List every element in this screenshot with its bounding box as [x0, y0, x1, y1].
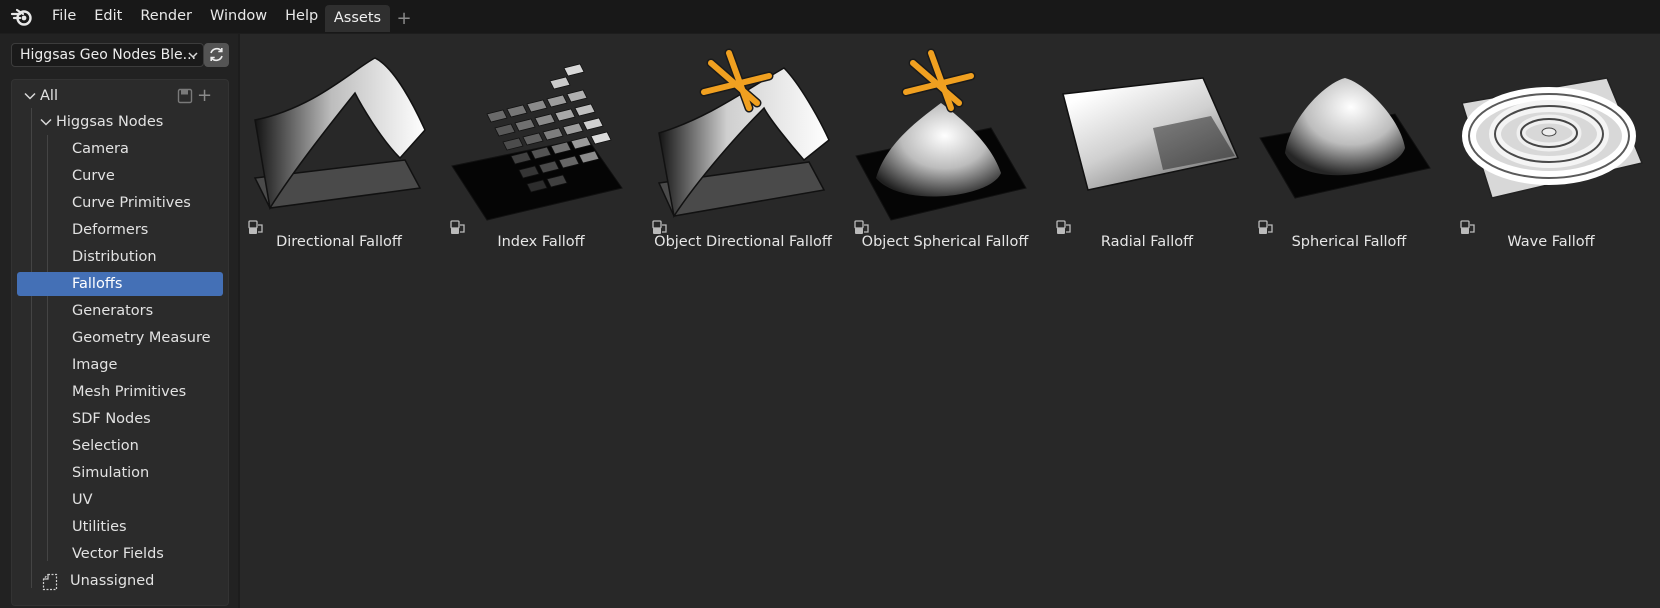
asset-tile[interactable]: Directional Falloff	[240, 44, 438, 284]
catalog-vector-fields[interactable]: Vector Fields	[72, 542, 164, 566]
catalog-camera[interactable]: Camera	[72, 137, 129, 161]
asset-name: Wave Falloff	[1507, 234, 1595, 250]
menu-render[interactable]: Render	[131, 0, 201, 33]
catalog-higgsas-nodes[interactable]: Higgsas Nodes	[56, 110, 163, 134]
asset-name: Radial Falloff	[1100, 234, 1194, 250]
radial-falloff-thumbnail	[1062, 77, 1240, 191]
catalog-geometry-measure[interactable]: Geometry Measure	[72, 326, 211, 350]
top-bar: File Edit Render Window Help Assets +	[0, 0, 1660, 33]
asset-library-selector[interactable]: Higgsas Geo Nodes Ble...	[11, 43, 204, 67]
catalog-deformers[interactable]: Deformers	[72, 218, 148, 242]
asset-name: Index Falloff	[497, 234, 585, 250]
catalog-simulation[interactable]: Simulation	[72, 461, 149, 485]
catalog-mesh-primitives[interactable]: Mesh Primitives	[72, 380, 186, 404]
menu-edit[interactable]: Edit	[85, 0, 131, 33]
catalog-unassigned[interactable]: Unassigned	[70, 569, 154, 593]
asset-tile[interactable]: Object Directional Falloff	[644, 44, 842, 284]
menu-help[interactable]: Help	[276, 0, 327, 33]
asset-name: Object Directional Falloff	[654, 234, 832, 250]
catalog-tree: All + Higgsas Nodes Camera Curve Curve P…	[11, 79, 229, 606]
asset-library-label: Higgsas Geo Nodes Ble...	[20, 47, 197, 63]
asset-name: Spherical Falloff	[1291, 234, 1407, 250]
sidebar: Higgsas Geo Nodes Ble... All + Higgsas N…	[0, 34, 238, 608]
menu-window[interactable]: Window	[201, 0, 276, 33]
catalog-selection[interactable]: Selection	[72, 434, 139, 458]
spherical-falloff-thumbnail	[1259, 78, 1431, 199]
chevron-down-icon[interactable]	[40, 116, 52, 128]
unassigned-catalog-icon	[42, 573, 58, 591]
catalog-image[interactable]: Image	[72, 353, 117, 377]
catalog-curve[interactable]: Curve	[72, 164, 115, 188]
catalog-utilities[interactable]: Utilities	[72, 515, 127, 539]
catalog-all[interactable]: All	[40, 84, 58, 108]
directional-falloff-thumbnail	[253, 57, 426, 211]
catalog-curve-primitives[interactable]: Curve Primitives	[72, 191, 191, 215]
menu-file[interactable]: File	[43, 0, 85, 33]
catalog-distribution[interactable]: Distribution	[72, 245, 157, 269]
catalog-generators[interactable]: Generators	[72, 299, 153, 323]
asset-tile[interactable]: Index Falloff	[442, 44, 640, 284]
save-icon[interactable]	[177, 88, 193, 104]
catalog-uv[interactable]: UV	[72, 488, 93, 512]
asset-browser-grid: Directional Falloff Index Falloff Object…	[240, 34, 1660, 608]
chevron-down-icon[interactable]	[24, 90, 36, 102]
catalog-falloffs[interactable]: Falloffs	[17, 272, 223, 296]
asset-tile[interactable]: Wave Falloff	[1452, 44, 1650, 284]
index-falloff-thumbnail	[451, 63, 623, 221]
add-workspace-button[interactable]: +	[394, 5, 414, 32]
tree-guide-line	[47, 135, 48, 561]
catalog-sdf-nodes[interactable]: SDF Nodes	[72, 407, 151, 431]
refresh-library-button[interactable]	[204, 43, 229, 67]
refresh-icon	[210, 47, 223, 62]
wave-falloff-thumbnail	[1461, 77, 1644, 199]
chevron-down-icon	[188, 52, 198, 59]
tree-guide-line	[31, 108, 32, 588]
asset-tile[interactable]: Spherical Falloff	[1250, 44, 1448, 284]
blender-logo-icon[interactable]	[10, 6, 34, 28]
tab-assets[interactable]: Assets	[325, 5, 390, 32]
asset-name: Object Spherical Falloff	[861, 234, 1029, 250]
add-catalog-icon[interactable]: +	[197, 84, 212, 108]
asset-tile[interactable]: Radial Falloff	[1048, 44, 1246, 284]
object-spherical-falloff-thumbnail	[855, 48, 1027, 221]
menu-bar: File Edit Render Window Help	[43, 0, 327, 33]
asset-name: Directional Falloff	[276, 234, 402, 250]
asset-tile[interactable]: Object Spherical Falloff	[846, 44, 1044, 284]
object-directional-falloff-thumbnail	[657, 48, 830, 218]
